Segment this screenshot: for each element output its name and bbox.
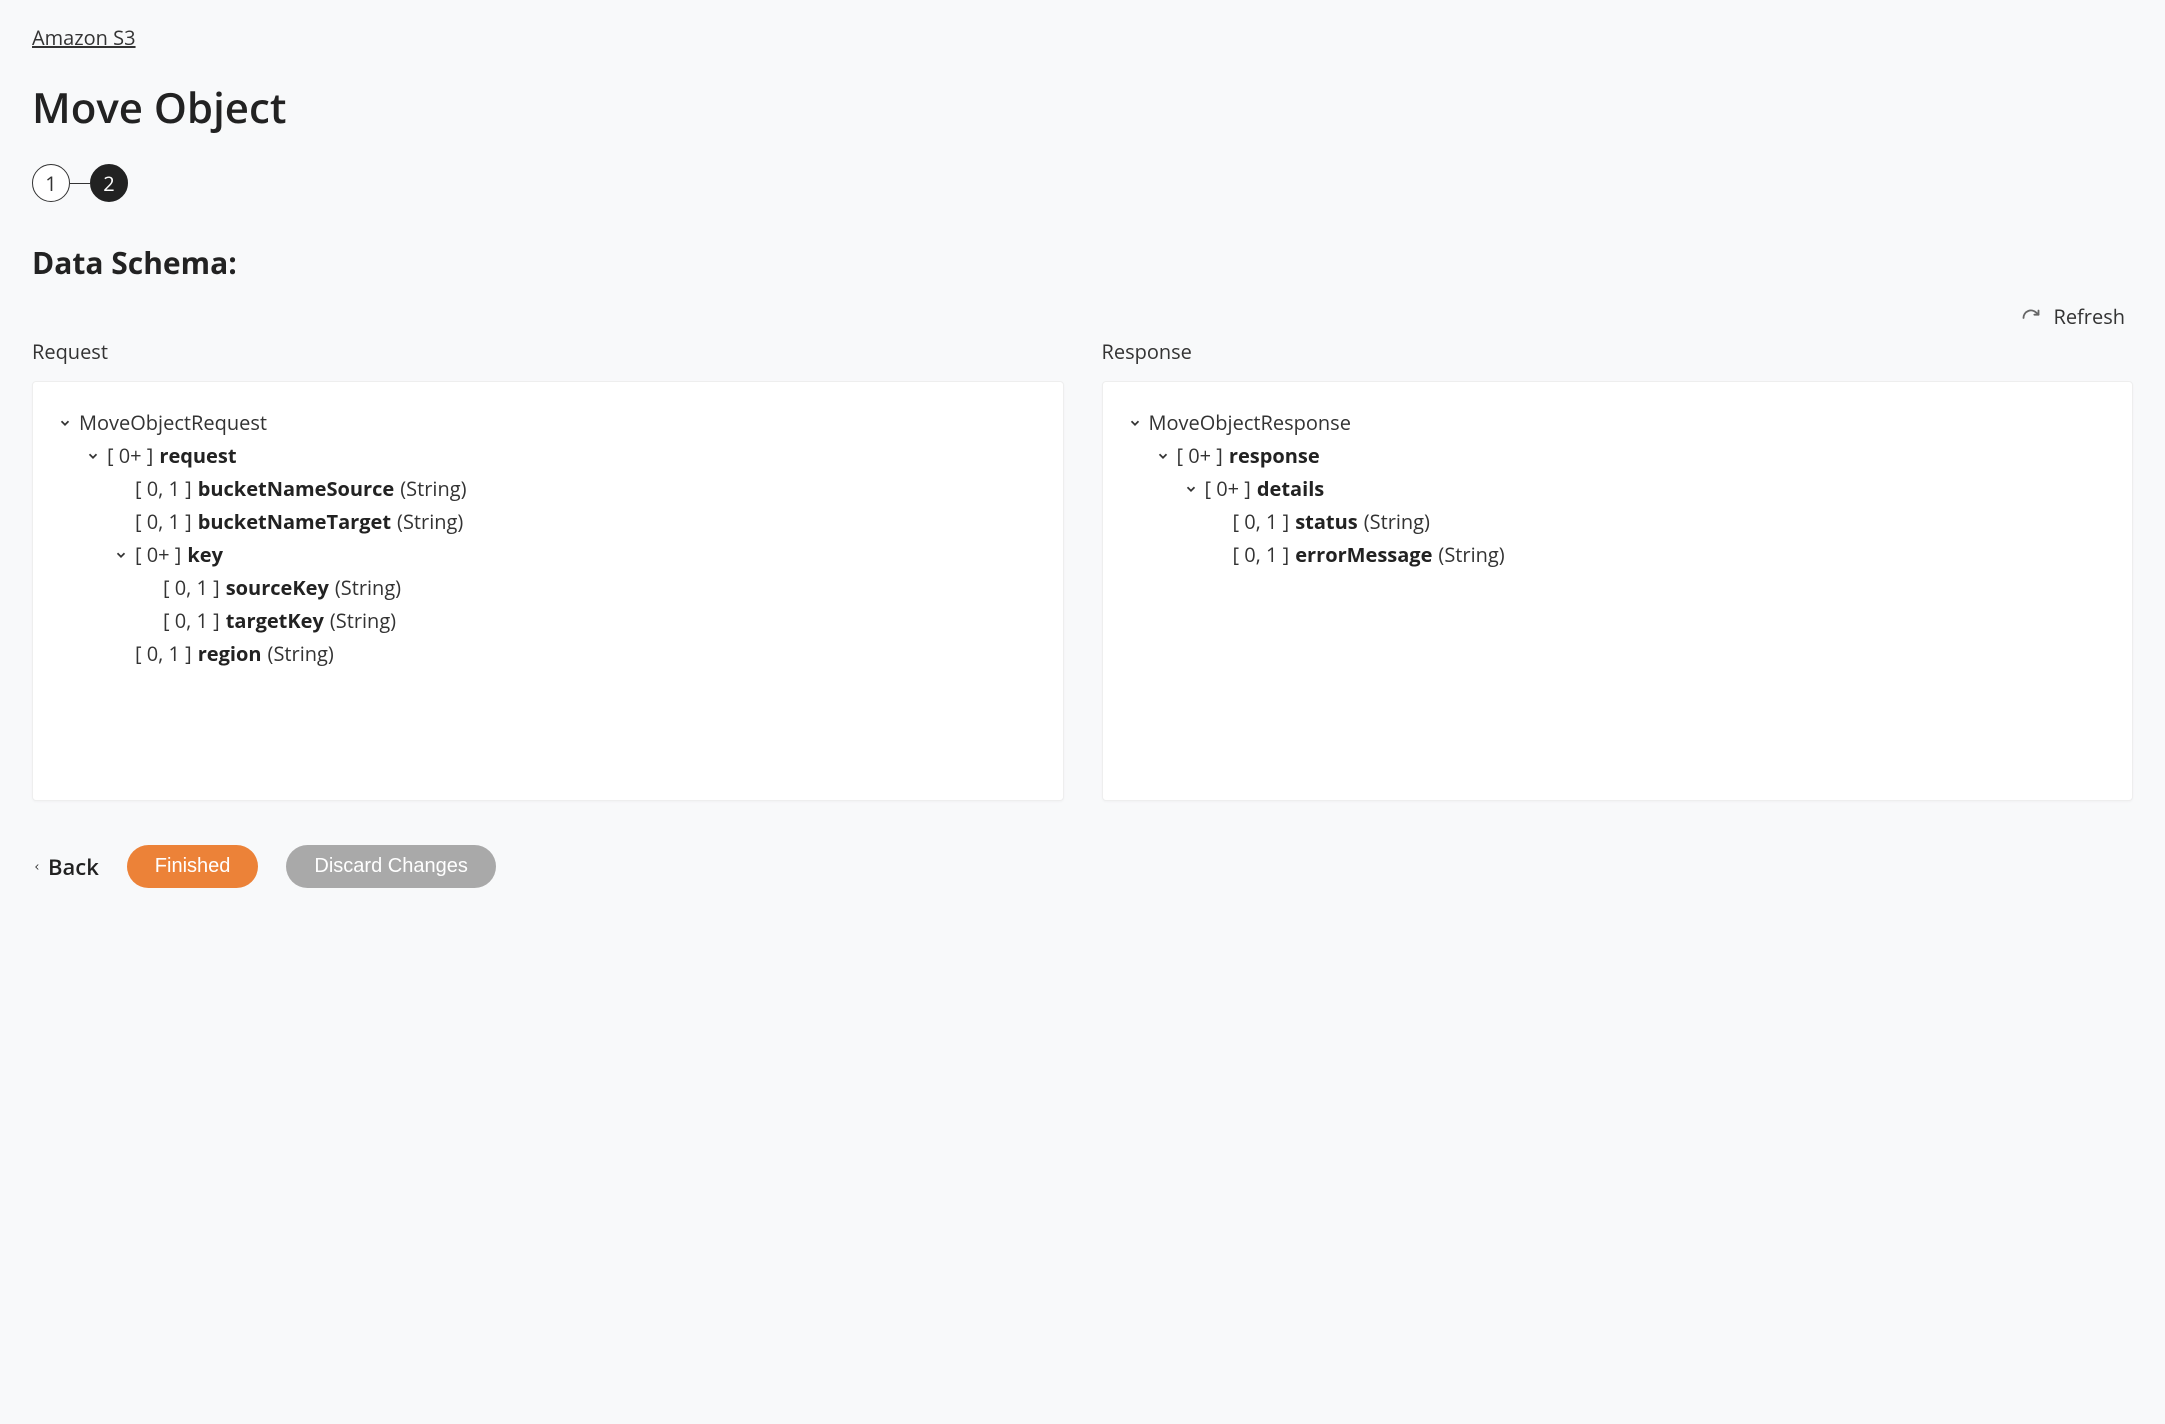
tree-node-type: (String) [330, 604, 396, 637]
tree-node-type: (String) [1438, 538, 1504, 571]
step-1[interactable]: 1 [32, 164, 70, 202]
tree-node-bucket-name-target[interactable]: [ 0, 1 ] bucketNameTarget (String) [113, 505, 1039, 538]
refresh-label: Refresh [2053, 303, 2125, 330]
breadcrumb: Amazon S3 [32, 24, 2133, 51]
tree-node-name: bucketNameTarget [198, 505, 391, 538]
tree-node-details[interactable]: [ 0+ ] details [1183, 472, 2109, 505]
tree-node-cardinality: [ 0+ ] [1177, 439, 1223, 472]
back-button[interactable]: Back [32, 852, 99, 882]
tree-node-type: (String) [335, 571, 401, 604]
tree-node-label: MoveObjectResponse [1149, 406, 1351, 439]
response-panel: MoveObjectResponse [ 0+ ] response [1102, 381, 2134, 801]
tree-node-type: (String) [400, 472, 466, 505]
chevron-down-icon [85, 449, 101, 463]
tree-node-name: status [1295, 505, 1357, 538]
response-column-label: Response [1102, 338, 2134, 365]
tree-node-cardinality: [ 0+ ] [135, 538, 181, 571]
tree-node-name: region [198, 637, 262, 670]
tree-node-cardinality: [ 0+ ] [1205, 472, 1251, 505]
tree-node-cardinality: [ 0, 1 ] [135, 637, 192, 670]
tree-node-cardinality: [ 0, 1 ] [163, 604, 220, 637]
tree-node-cardinality: [ 0, 1 ] [163, 571, 220, 604]
tree-node-cardinality: [ 0+ ] [107, 439, 153, 472]
chevron-down-icon [57, 416, 73, 430]
tree-node-source-key[interactable]: [ 0, 1 ] sourceKey (String) [141, 571, 1039, 604]
tree-node-status[interactable]: [ 0, 1 ] status (String) [1211, 505, 2109, 538]
tree-node-name: response [1229, 439, 1320, 472]
tree-node-name: errorMessage [1295, 538, 1432, 571]
chevron-down-icon [113, 548, 129, 562]
tree-node-cardinality: [ 0, 1 ] [1233, 538, 1290, 571]
chevron-left-icon [32, 852, 42, 882]
footer: Back Finished Discard Changes [32, 845, 2133, 888]
tree-node-key[interactable]: [ 0+ ] key [113, 538, 1039, 571]
chevron-down-icon [1183, 482, 1199, 496]
stepper: 1 2 [32, 164, 2133, 202]
chevron-down-icon [1127, 416, 1143, 430]
tree-node-region[interactable]: [ 0, 1 ] region (String) [113, 637, 1039, 670]
discard-changes-button[interactable]: Discard Changes [286, 845, 495, 888]
tree-node-name: targetKey [226, 604, 324, 637]
step-connector [70, 183, 90, 184]
tree-node-label: MoveObjectRequest [79, 406, 267, 439]
tree-node-name: bucketNameSource [198, 472, 395, 505]
tree-node-name: request [159, 439, 236, 472]
tree-node-name: key [187, 538, 223, 571]
tree-node-move-object-response[interactable]: MoveObjectResponse [1127, 406, 2109, 439]
tree-node-request[interactable]: [ 0+ ] request [85, 439, 1039, 472]
section-title: Data Schema: [32, 242, 2133, 283]
tree-node-type: (String) [268, 637, 334, 670]
tree-node-cardinality: [ 0, 1 ] [135, 505, 192, 538]
refresh-button[interactable]: Refresh [32, 303, 2133, 330]
request-panel: MoveObjectRequest [ 0+ ] request [32, 381, 1064, 801]
request-column-label: Request [32, 338, 1064, 365]
chevron-down-icon [1155, 449, 1171, 463]
response-tree: MoveObjectResponse [ 0+ ] response [1127, 406, 2109, 571]
breadcrumb-link-amazon-s3[interactable]: Amazon S3 [32, 24, 136, 51]
back-label: Back [48, 852, 99, 882]
page-title: Move Object [32, 79, 2133, 136]
tree-node-error-message[interactable]: [ 0, 1 ] errorMessage (String) [1211, 538, 2109, 571]
tree-node-name: sourceKey [226, 571, 329, 604]
request-tree: MoveObjectRequest [ 0+ ] request [57, 406, 1039, 670]
tree-node-target-key[interactable]: [ 0, 1 ] targetKey (String) [141, 604, 1039, 637]
tree-node-move-object-request[interactable]: MoveObjectRequest [57, 406, 1039, 439]
step-2[interactable]: 2 [90, 164, 128, 202]
tree-node-bucket-name-source[interactable]: [ 0, 1 ] bucketNameSource (String) [113, 472, 1039, 505]
tree-node-name: details [1257, 472, 1324, 505]
tree-node-response[interactable]: [ 0+ ] response [1155, 439, 2109, 472]
tree-node-cardinality: [ 0, 1 ] [1233, 505, 1290, 538]
tree-node-type: (String) [1364, 505, 1430, 538]
finished-button[interactable]: Finished [127, 845, 259, 888]
tree-node-type: (String) [397, 505, 463, 538]
refresh-icon [2021, 307, 2041, 327]
tree-node-cardinality: [ 0, 1 ] [135, 472, 192, 505]
